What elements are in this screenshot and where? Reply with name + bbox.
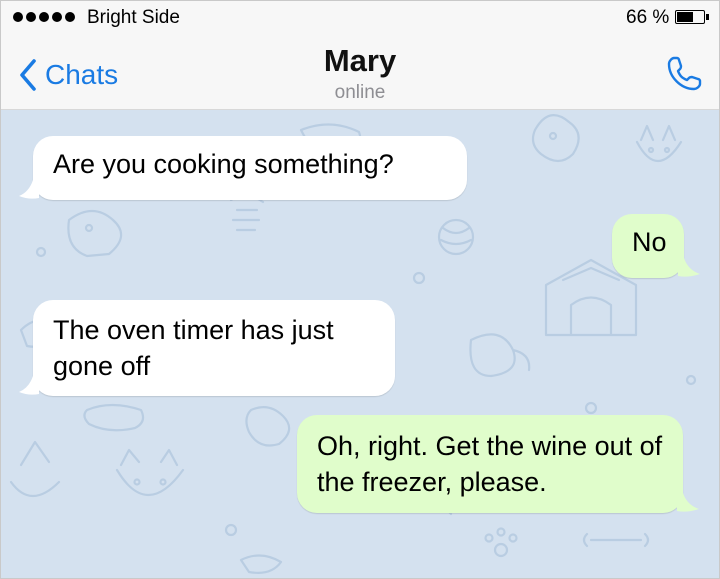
message-bubble-incoming[interactable]: Are you cooking something? [33, 136, 467, 200]
phone-icon [667, 56, 702, 91]
signal-strength-icon [13, 12, 75, 22]
navigation-bar: Chats Mary online [1, 35, 719, 110]
message-text: Are you cooking something? [53, 149, 394, 179]
contact-status: online [334, 82, 386, 103]
bubble-tail [678, 252, 700, 277]
bubble-tail [677, 487, 699, 512]
battery-level-fill [677, 12, 693, 22]
bubble-tail [19, 370, 39, 395]
chat-screen: Bright Side 66 % Chats Mary online Are y… [0, 0, 720, 579]
battery-percentage: 66 % [626, 7, 670, 28]
message-bubble-incoming[interactable]: The oven timer has just gone off [33, 300, 395, 396]
message-text: No [632, 227, 667, 257]
battery-icon [675, 10, 705, 24]
message-bubble-outgoing[interactable]: Oh, right. Get the wine out of the freez… [297, 415, 683, 513]
message-bubble-outgoing[interactable]: No [612, 214, 684, 278]
bubble-tail [19, 174, 39, 199]
status-bar: Bright Side 66 % [1, 1, 719, 35]
contact-name: Mary [323, 43, 397, 78]
message-text: Oh, right. Get the wine out of the freez… [317, 431, 663, 497]
call-button[interactable] [665, 53, 705, 98]
carrier-name: Bright Side [87, 7, 180, 28]
battery-tip [706, 14, 709, 20]
message-list[interactable]: Are you cooking something? No The oven t… [1, 110, 719, 578]
message-text: The oven timer has just gone off [53, 315, 334, 381]
